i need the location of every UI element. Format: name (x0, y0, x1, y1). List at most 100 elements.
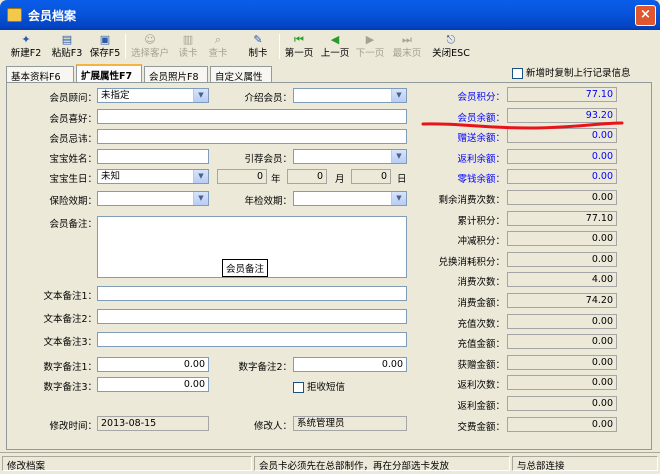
make-card-button[interactable]: ✎ 制卡 (243, 31, 273, 61)
first-page-button[interactable]: ⏮ 第一页 (283, 31, 315, 61)
baby-birthday-label: 宝宝生日： (49, 174, 97, 185)
chevron-down-icon[interactable]: ▼ (193, 192, 208, 205)
toolbar-label: 上一页 (320, 48, 350, 59)
reject-sms-checkbox[interactable]: 拒收短信 (293, 379, 345, 393)
make-card-icon: ✎ (253, 33, 263, 46)
tab-1[interactable]: 扩展属性F7 (76, 64, 142, 83)
modified-time-field: 2013-08-15 (97, 416, 209, 431)
num1-input[interactable]: 0.00 (97, 357, 209, 372)
stat-label: 剩余消费次数： (438, 195, 505, 206)
stat-value: 0.00 (507, 169, 617, 185)
day-field[interactable]: 0 (351, 169, 391, 184)
referrer-select[interactable]: ▼ (293, 88, 407, 103)
copy-prev-box[interactable] (512, 68, 523, 79)
next-page-button[interactable]: ▶ 下一页 (353, 31, 387, 61)
num2-input[interactable]: 0.00 (293, 357, 407, 372)
hobby-input[interactable] (97, 109, 407, 124)
toolbar-label: 关闭ESC (432, 48, 470, 59)
remark-textarea[interactable]: 会员备注 (97, 216, 407, 278)
num3-label: 数字备注3： (43, 382, 97, 393)
stat-label: 充值次数： (457, 318, 505, 330)
num3-input[interactable]: 0.00 (97, 377, 209, 392)
toolbar-label: 制卡 (248, 48, 268, 59)
red-underline-annotation (421, 121, 624, 130)
num2-label: 数字备注2： (238, 362, 292, 373)
text2-label: 文本备注2： (43, 314, 97, 325)
save-icon: ▣ (99, 33, 111, 46)
new-doc-button[interactable]: ✦ 新建F2 (5, 31, 47, 61)
stat-label: 会员积分： (457, 92, 505, 103)
chevron-down-icon[interactable]: ▼ (193, 89, 208, 102)
stat-value: 77.10 (507, 87, 617, 102)
select-customer-button[interactable]: ☺ 选择客户 (129, 31, 171, 61)
barcode-button[interactable]: ▥ 读卡 (175, 31, 201, 61)
copy-prev-checkbox[interactable]: 新增时复制上行记录信息 (512, 65, 631, 79)
status-mode: 修改档案 (2, 456, 252, 472)
close-door-button[interactable]: ⎋ 关闭ESC (431, 31, 471, 61)
insurance-select[interactable]: ▼ (97, 191, 209, 206)
stat-label: 零钱余额： (457, 174, 505, 186)
chevron-down-icon[interactable]: ▼ (193, 170, 208, 183)
toolbar-label: 第一页 (284, 48, 314, 59)
prev-page-icon: ◀ (330, 33, 340, 46)
status-bar: 修改档案 会员卡必须先在总部制作，再在分部选卡发放 与总部连接 (0, 452, 660, 474)
copy-prev-label: 新增时复制上行记录信息 (526, 68, 631, 79)
last-page-button[interactable]: ⏭ 最末页 (389, 31, 425, 61)
first-page-icon: ⏮ (294, 33, 304, 46)
baby-birthday-value: 未知 (101, 171, 121, 182)
guide-member-label: 引荐会员： (244, 154, 292, 165)
chevron-down-icon[interactable]: ▼ (391, 150, 406, 163)
text3-label: 文本备注3： (43, 337, 97, 348)
text2-input[interactable] (97, 309, 407, 324)
close-door-icon: ⎋ (446, 33, 456, 46)
num1-label: 数字备注1： (43, 362, 97, 373)
remark-tooltip: 会员备注 (222, 259, 269, 277)
text1-input[interactable] (97, 286, 407, 301)
stat-value: 0.00 (507, 190, 617, 205)
toolbar-label: 最末页 (392, 48, 422, 59)
month-field[interactable]: 0 (287, 169, 327, 184)
tab-0[interactable]: 基本资料F6 (6, 66, 74, 83)
search-card-button[interactable]: ⌕ 查卡 (205, 31, 231, 61)
day-unit: 日 (397, 174, 407, 185)
prev-page-button[interactable]: ◀ 上一页 (317, 31, 353, 61)
stat-value: 77.10 (507, 210, 617, 226)
stat-value: 0.00 (507, 313, 617, 329)
stat-label: 交费金额： (457, 421, 505, 433)
year-field[interactable]: 0 (217, 169, 267, 184)
consultant-select[interactable]: 未指定 ▼ (97, 88, 209, 103)
stat-value: 4.00 (507, 272, 617, 288)
tab-2[interactable]: 会员照片F8 (144, 66, 208, 83)
insurance-label: 保险效期： (49, 196, 97, 207)
save-button[interactable]: ▣ 保存F5 (85, 31, 125, 61)
taboo-input[interactable] (97, 129, 407, 144)
consultant-value: 未指定 (101, 90, 130, 101)
tab-3[interactable]: 自定义属性 (210, 66, 272, 83)
chevron-down-icon[interactable]: ▼ (391, 192, 406, 205)
stat-value: 0.00 (507, 396, 617, 411)
stat-label: 冲减积分： (457, 236, 505, 248)
last-page-icon: ⏭ (402, 33, 412, 46)
title-bar[interactable]: 会员档案 × (0, 0, 660, 30)
chevron-down-icon[interactable]: ▼ (391, 89, 406, 102)
toolbar-label: 查卡 (208, 48, 228, 59)
reject-sms-box[interactable] (293, 382, 304, 393)
text3-input[interactable] (97, 332, 407, 347)
stat-value: 0.00 (507, 416, 617, 432)
status-hint: 会员卡必须先在总部制作，再在分部选卡发放 (254, 456, 510, 472)
stat-label: 返利余额： (457, 153, 505, 165)
modified-by-label: 修改人： (253, 421, 292, 432)
toolbar-label: 下一页 (355, 48, 385, 59)
baby-birthday-select[interactable]: 未知 ▼ (97, 169, 209, 184)
next-page-icon: ▶ (365, 33, 375, 46)
paste-button[interactable]: ▤ 粘贴F3 (51, 31, 83, 61)
guide-member-select[interactable]: ▼ (293, 149, 407, 164)
modified-time-label: 修改时间： (49, 421, 97, 432)
select-customer-icon: ☺ (144, 33, 156, 46)
baby-name-input[interactable] (97, 149, 209, 164)
annual-check-label: 年检效期： (244, 196, 292, 207)
annual-check-select[interactable]: ▼ (293, 191, 407, 206)
close-window-button[interactable]: × (635, 5, 656, 26)
stat-label: 赠送余额： (457, 133, 505, 145)
stat-value: 0.00 (507, 375, 617, 391)
